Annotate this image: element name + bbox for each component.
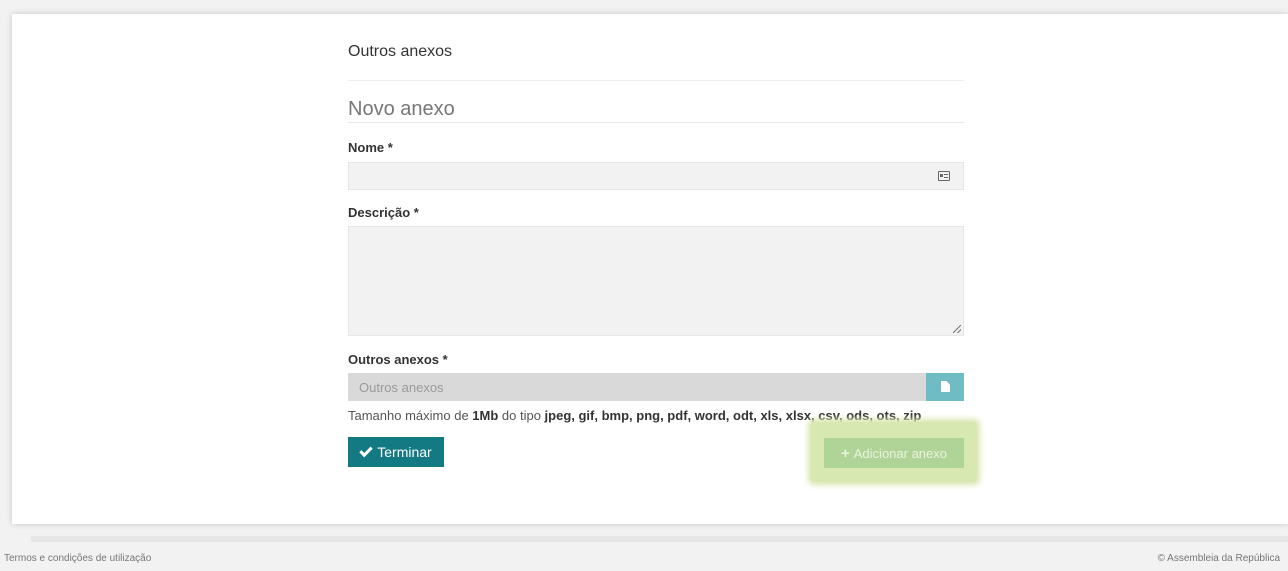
- browse-file-button[interactable]: [926, 373, 964, 401]
- address-card-icon: [938, 171, 950, 181]
- plus-icon: +: [841, 444, 850, 462]
- adicionar-anexo-button[interactable]: + Adicionar anexo: [824, 438, 964, 468]
- terms-link[interactable]: Termos e condições de utilização: [4, 553, 151, 564]
- hint-prefix: Tamanho máximo de: [348, 408, 473, 423]
- section-title: Outros anexos: [348, 43, 453, 60]
- hint-types: jpeg, gif, bmp, png, pdf, word, odt, xls…: [544, 408, 922, 423]
- adicionar-label: Adicionar anexo: [853, 445, 947, 461]
- footer-divider: [31, 536, 1288, 542]
- descricao-label: Descrição *: [348, 205, 419, 220]
- check-icon: [359, 443, 373, 457]
- nome-label: Nome *: [348, 140, 393, 155]
- terminar-label: Terminar: [377, 444, 432, 460]
- outros-anexos-label: Outros anexos *: [348, 352, 448, 367]
- nome-input[interactable]: [348, 162, 964, 190]
- hint-middle: do tipo: [498, 408, 545, 423]
- divider: [348, 80, 964, 81]
- descricao-textarea[interactable]: [348, 226, 964, 336]
- file-hint: Tamanho máximo de 1Mb do tipo jpeg, gif,…: [348, 408, 921, 423]
- main-panel: Outros anexos Novo anexo Nome * Descriçã…: [12, 14, 1288, 524]
- copyright: © Assembleia da República: [1157, 553, 1280, 564]
- file-input[interactable]: Outros anexos: [348, 373, 926, 401]
- legend-divider: [348, 122, 964, 123]
- file-upload-row: Outros anexos: [348, 373, 964, 401]
- file-icon: [941, 381, 950, 392]
- resize-handle-icon[interactable]: [953, 325, 961, 333]
- form-legend: Novo anexo: [348, 98, 455, 120]
- hint-size: 1Mb: [472, 408, 499, 423]
- terminar-button[interactable]: Terminar: [348, 437, 444, 467]
